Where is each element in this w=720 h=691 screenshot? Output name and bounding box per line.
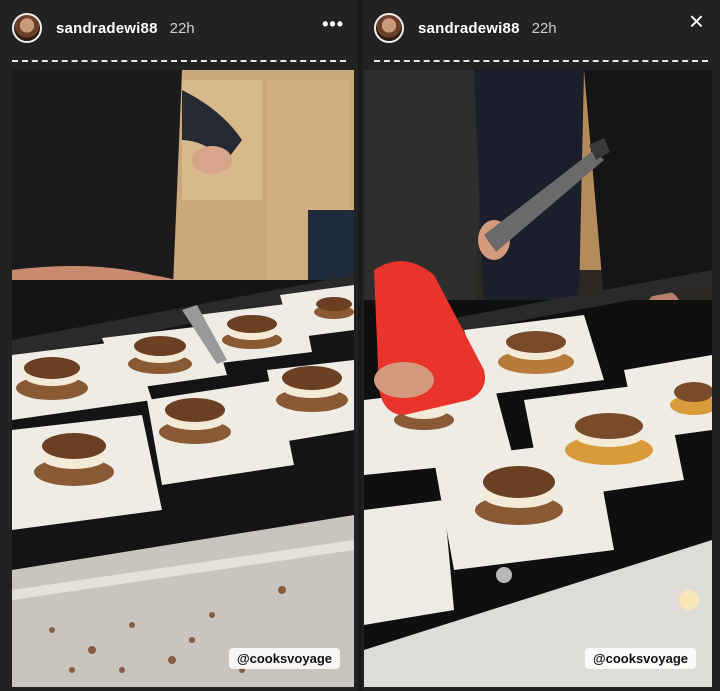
kitchen-scene-image [12, 70, 354, 687]
username[interactable]: sandradewi88 [418, 20, 520, 37]
timestamp: 22h [169, 19, 195, 37]
story-right: sandradewi88 22h × @cooksvoyage [362, 0, 720, 691]
profile-avatar[interactable] [374, 13, 404, 43]
story-header: sandradewi88 22h ••• [0, 0, 358, 56]
timestamp: 22h [531, 19, 557, 37]
kitchen-scene-image [364, 70, 712, 687]
mention-tag[interactable]: @cooksvoyage [228, 648, 340, 669]
close-icon[interactable]: × [689, 8, 704, 34]
story-photo [12, 70, 354, 687]
dessert [16, 357, 88, 400]
story-left: sandradewi88 22h ••• @cooksvoyage [0, 0, 358, 691]
more-options-icon[interactable]: ••• [322, 14, 344, 35]
story-header: sandradewi88 22h × [362, 0, 720, 56]
username[interactable]: sandradewi88 [56, 20, 158, 37]
mention-tag[interactable]: @cooksvoyage [584, 648, 696, 669]
profile-avatar[interactable] [12, 13, 42, 43]
story-photo [364, 70, 712, 687]
story-progress-bar [12, 60, 346, 64]
story-progress-bar [374, 60, 708, 64]
